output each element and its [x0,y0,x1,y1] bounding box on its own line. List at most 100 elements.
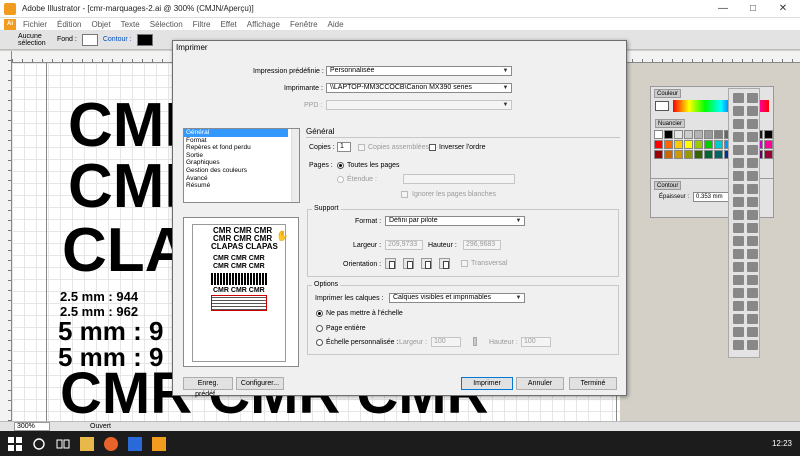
tool-icon[interactable] [733,197,744,207]
fill-swatch[interactable] [81,33,98,46]
maximize-button[interactable]: □ [738,0,768,18]
color-swatch[interactable] [674,150,683,159]
tool-icon[interactable] [747,262,758,272]
category-output[interactable]: Sortie [184,152,299,160]
tool-icon[interactable] [747,275,758,285]
copies-input[interactable]: 1 [337,142,351,152]
tool-icon[interactable] [733,340,744,350]
illustrator-taskbar-icon[interactable] [152,436,166,451]
tool-icon[interactable] [747,314,758,324]
color-swatch[interactable] [654,130,663,139]
menu-texte[interactable]: Texte [116,20,145,29]
done-button[interactable]: Terminé [569,377,617,390]
tool-icon[interactable] [733,262,744,272]
tool-icon[interactable] [747,301,758,311]
cancel-button[interactable]: Annuler [516,377,564,390]
tool-icon[interactable] [733,236,744,246]
tool-icon[interactable] [733,93,744,103]
tool-icon[interactable] [733,106,744,116]
menu-objet[interactable]: Objet [86,20,115,29]
setup-button[interactable]: Configurer... [236,377,284,390]
tool-icon[interactable] [747,119,758,129]
link-scale-icon[interactable] [473,337,477,346]
category-advanced[interactable]: Avancé [184,175,299,183]
tool-icon[interactable] [733,223,744,233]
category-color-management[interactable]: Gestion des couleurs [184,167,299,175]
category-summary[interactable]: Résumé [184,182,299,190]
print-preview[interactable]: CMR CMR CMR CMR CMR CMR CLAPAS CLAPAS CM… [183,217,299,367]
print-button[interactable]: Imprimer [461,377,513,390]
file-explorer-icon[interactable] [80,436,94,451]
stroke-swatch[interactable] [136,33,153,46]
format-dropdown[interactable]: Défini par pilote ▼ [385,216,525,226]
tool-icon[interactable] [747,197,758,207]
task-view-icon[interactable] [56,437,70,451]
tool-icon[interactable] [733,314,744,324]
firefox-icon[interactable] [104,436,118,451]
menu-selection[interactable]: Sélection [145,20,188,29]
color-swatch[interactable] [674,140,683,149]
ignore-blank-checkbox[interactable] [401,191,408,198]
fit-page-radio[interactable] [316,325,323,332]
zoom-level[interactable]: 300% [14,422,50,431]
tool-icon[interactable] [733,184,744,194]
color-swatch[interactable] [694,130,703,139]
preset-dropdown[interactable]: Personnalisée ▼ [326,66,512,76]
menu-aide[interactable]: Aide [323,20,349,29]
category-general[interactable]: Général [184,129,288,137]
tool-icon[interactable] [747,184,758,194]
landscape-reversed-orientation-icon[interactable] [439,258,450,269]
all-pages-radio[interactable] [337,162,344,169]
color-swatch[interactable] [664,150,673,159]
color-swatch[interactable] [714,150,723,159]
menu-fenetre[interactable]: Fenêtre [285,20,323,29]
stroke-panel-tab[interactable]: Contour [654,181,682,190]
tool-icon[interactable] [747,158,758,168]
menu-affichage[interactable]: Affichage [242,20,285,29]
category-format[interactable]: Format [184,137,299,145]
color-swatch[interactable] [694,150,703,159]
scale-width-input[interactable]: 100 [431,337,461,347]
tool-icon[interactable] [747,288,758,298]
search-icon[interactable] [32,437,46,451]
color-swatch[interactable] [704,140,713,149]
width-input[interactable]: 209,9733 [385,240,423,250]
color-swatch[interactable] [654,150,663,159]
fill-color-chip[interactable] [655,101,669,111]
color-swatch[interactable] [664,140,673,149]
color-swatch[interactable] [704,130,713,139]
landscape-orientation-icon[interactable] [403,258,414,269]
tool-icon[interactable] [733,145,744,155]
color-swatch[interactable] [714,130,723,139]
color-swatch[interactable] [684,150,693,159]
menu-effet[interactable]: Effet [215,20,241,29]
print-layers-dropdown[interactable]: Calques visibles et imprimables ▼ [389,293,525,303]
tool-icon[interactable] [733,327,744,337]
menu-fichier[interactable]: Fichier [18,20,52,29]
color-swatch[interactable] [764,130,773,139]
tool-icon[interactable] [733,210,744,220]
transversal-checkbox[interactable] [461,260,468,267]
tool-icon[interactable] [747,210,758,220]
color-swatch[interactable] [654,140,663,149]
stroke-label[interactable]: Contour : [100,36,135,43]
color-swatch[interactable] [764,140,773,149]
tool-icon[interactable] [747,132,758,142]
menu-filtre[interactable]: Filtre [188,20,216,29]
scale-height-input[interactable]: 100 [521,337,551,347]
no-scale-radio[interactable] [316,310,323,317]
color-swatch[interactable] [704,150,713,159]
tool-icon[interactable] [733,171,744,181]
windows-start-icon[interactable] [8,436,22,451]
tool-icon[interactable] [733,119,744,129]
color-swatch[interactable] [684,130,693,139]
tool-icon[interactable] [747,340,758,350]
portrait-reversed-orientation-icon[interactable] [421,258,432,269]
tool-icon[interactable] [747,249,758,259]
tool-icon[interactable] [747,327,758,337]
menu-edition[interactable]: Édition [52,20,86,29]
printer-dropdown[interactable]: \\LAPTOP-MM3CCOCB\Canon MX390 series ▼ [326,83,512,93]
tool-icon[interactable] [733,249,744,259]
reverse-order-checkbox[interactable] [429,144,436,151]
stroke-weight-input[interactable]: 0.353 mm [693,192,731,202]
